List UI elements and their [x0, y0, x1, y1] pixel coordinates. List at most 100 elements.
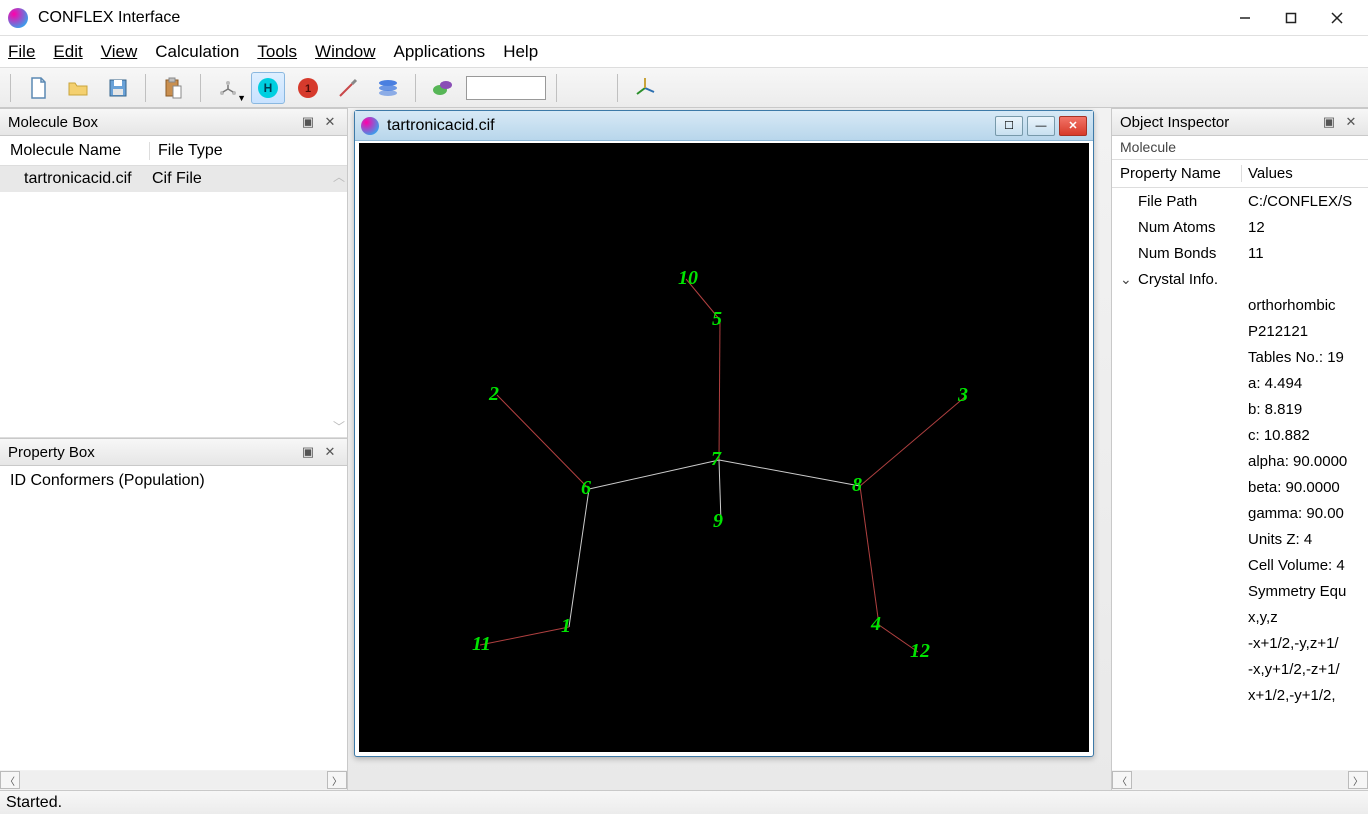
- mdi-titlebar[interactable]: tartronicacid.cif ☐ — ✕: [355, 111, 1093, 141]
- crystal-info-row: b: 8.819: [1112, 396, 1368, 422]
- inspector-scroll-right-icon[interactable]: 〉: [1348, 771, 1368, 789]
- menu-applications[interactable]: Applications: [394, 42, 486, 62]
- molecule-col-type[interactable]: File Type: [150, 142, 347, 160]
- scroll-right-icon[interactable]: 〉: [327, 771, 347, 789]
- atom-label[interactable]: 12: [910, 640, 930, 663]
- menu-tools[interactable]: Tools: [257, 42, 297, 62]
- atom-label[interactable]: 11: [472, 633, 491, 656]
- molecule-row-name: tartronicacid.cif: [0, 170, 150, 188]
- menu-window[interactable]: Window: [315, 42, 375, 62]
- menu-calculation[interactable]: Calculation: [155, 42, 239, 62]
- prop-crystal-info[interactable]: Crystal Info.: [1112, 266, 1368, 292]
- property-box-scrollbar[interactable]: 〈 〉: [0, 770, 347, 790]
- object-inspector-subtitle: Molecule: [1112, 136, 1368, 160]
- molecule-box-float-button[interactable]: ▣: [299, 113, 317, 131]
- window-maximize-button[interactable]: [1268, 3, 1314, 33]
- open-file-button[interactable]: [61, 72, 95, 104]
- atom-label[interactable]: 8: [852, 474, 862, 497]
- prop-num-bonds-value: 11: [1242, 245, 1368, 262]
- crystal-info-row: Tables No.: 19: [1112, 344, 1368, 370]
- crystal-info-row: c: 10.882: [1112, 422, 1368, 448]
- menu-bar: File Edit View Calculation Tools Window …: [0, 36, 1368, 68]
- paste-button[interactable]: [156, 72, 190, 104]
- hydrogen-toggle-button[interactable]: H: [251, 72, 285, 104]
- app-logo-icon: [8, 8, 28, 28]
- crystal-info-row: x,y,z: [1112, 604, 1368, 630]
- bond-line: [860, 396, 966, 486]
- inspector-list[interactable]: File PathC:/CONFLEX/S Num Atoms12 Num Bo…: [1112, 188, 1368, 770]
- scroll-down-icon[interactable]: ﹀: [333, 418, 345, 435]
- atom-label[interactable]: 6: [581, 477, 591, 500]
- property-box-close-button[interactable]: ✕: [321, 443, 339, 461]
- property-box-panel: Property Box ▣ ✕ ID Conformers (Populati…: [0, 438, 347, 790]
- molecule-col-name[interactable]: Molecule Name: [0, 142, 150, 160]
- property-box-header: ID Conformers (Population): [0, 466, 347, 496]
- bond-line: [860, 486, 879, 625]
- render-style-button[interactable]: [426, 72, 460, 104]
- scroll-up-icon[interactable]: ︿: [333, 168, 345, 185]
- window-close-button[interactable]: [1314, 3, 1360, 33]
- property-list[interactable]: [0, 496, 347, 770]
- atom-label[interactable]: 5: [712, 308, 722, 331]
- molecule-box-title: Molecule Box: [8, 114, 295, 131]
- menu-edit[interactable]: Edit: [53, 42, 82, 62]
- molecule-list[interactable]: tartronicacid.cif Cif File ︿ ﹀: [0, 166, 347, 438]
- inspector-scroll-left-icon[interactable]: 〈: [1112, 771, 1132, 789]
- measure-tool-button[interactable]: [331, 72, 365, 104]
- crystal-info-row: Symmetry Equ: [1112, 578, 1368, 604]
- atom-label[interactable]: 9: [713, 510, 723, 533]
- bond-line: [589, 460, 719, 489]
- status-text: Started.: [6, 794, 62, 812]
- atom-label-button[interactable]: 1: [291, 72, 325, 104]
- toolbar-input[interactable]: [466, 76, 546, 100]
- atom-label[interactable]: 3: [958, 384, 968, 407]
- atom-label[interactable]: 2: [489, 383, 499, 406]
- atom-label[interactable]: 4: [871, 613, 881, 636]
- menu-file[interactable]: File: [8, 42, 35, 62]
- structure-tool-button[interactable]: ▼: [211, 72, 245, 104]
- object-inspector-close-button[interactable]: ✕: [1342, 113, 1360, 131]
- mdi-maximize-button[interactable]: ☐: [995, 116, 1023, 136]
- atom-label[interactable]: 1: [561, 615, 571, 638]
- bond-line: [497, 395, 589, 489]
- svg-text:1: 1: [305, 83, 311, 95]
- window-titlebar: CONFLEX Interface: [0, 0, 1368, 36]
- inspector-col-property[interactable]: Property Name: [1112, 165, 1242, 182]
- status-bar: Started.: [0, 790, 1368, 814]
- bond-line: [569, 489, 589, 627]
- crystal-info-row: orthorhombic: [1112, 292, 1368, 318]
- inspector-scrollbar[interactable]: 〈 〉: [1112, 770, 1368, 790]
- mdi-title: tartronicacid.cif: [387, 117, 995, 135]
- bond-line: [719, 320, 720, 460]
- window-minimize-button[interactable]: [1222, 3, 1268, 33]
- molecule-box-close-button[interactable]: ✕: [321, 113, 339, 131]
- new-file-button[interactable]: [21, 72, 55, 104]
- menu-help[interactable]: Help: [503, 42, 538, 62]
- svg-text:H: H: [264, 81, 273, 95]
- bond-line: [480, 627, 569, 645]
- prop-num-atoms-key: Num Atoms: [1112, 219, 1242, 236]
- prop-num-atoms-value: 12: [1242, 219, 1368, 236]
- molecule-row[interactable]: tartronicacid.cif Cif File: [0, 166, 347, 192]
- atom-label[interactable]: 7: [711, 448, 721, 471]
- toolbar: ▼ H 1: [0, 68, 1368, 108]
- mdi-minimize-button[interactable]: —: [1027, 116, 1055, 136]
- crystal-info-row: Units Z: 4: [1112, 526, 1368, 552]
- property-box-float-button[interactable]: ▣: [299, 443, 317, 461]
- scroll-left-icon[interactable]: 〈: [0, 771, 20, 789]
- layers-button[interactable]: [371, 72, 405, 104]
- mdi-close-button[interactable]: ✕: [1059, 116, 1087, 136]
- molecule-viewer[interactable]: 105237689111412: [359, 143, 1089, 752]
- inspector-col-values[interactable]: Values: [1242, 165, 1368, 182]
- object-inspector-panel: Object Inspector ▣ ✕ Molecule Property N…: [1111, 108, 1368, 790]
- save-file-button[interactable]: [101, 72, 135, 104]
- crystal-info-row: P212121: [1112, 318, 1368, 344]
- axis-3d-button[interactable]: [628, 72, 662, 104]
- atom-label[interactable]: 10: [678, 267, 698, 290]
- mdi-child-window[interactable]: tartronicacid.cif ☐ — ✕ 105237689111412: [354, 110, 1094, 757]
- object-inspector-float-button[interactable]: ▣: [1320, 113, 1338, 131]
- molecule-row-type: Cif File: [150, 170, 347, 188]
- menu-view[interactable]: View: [101, 42, 138, 62]
- window-title: CONFLEX Interface: [38, 9, 1222, 27]
- mdi-area: tartronicacid.cif ☐ — ✕ 105237689111412: [348, 108, 1111, 790]
